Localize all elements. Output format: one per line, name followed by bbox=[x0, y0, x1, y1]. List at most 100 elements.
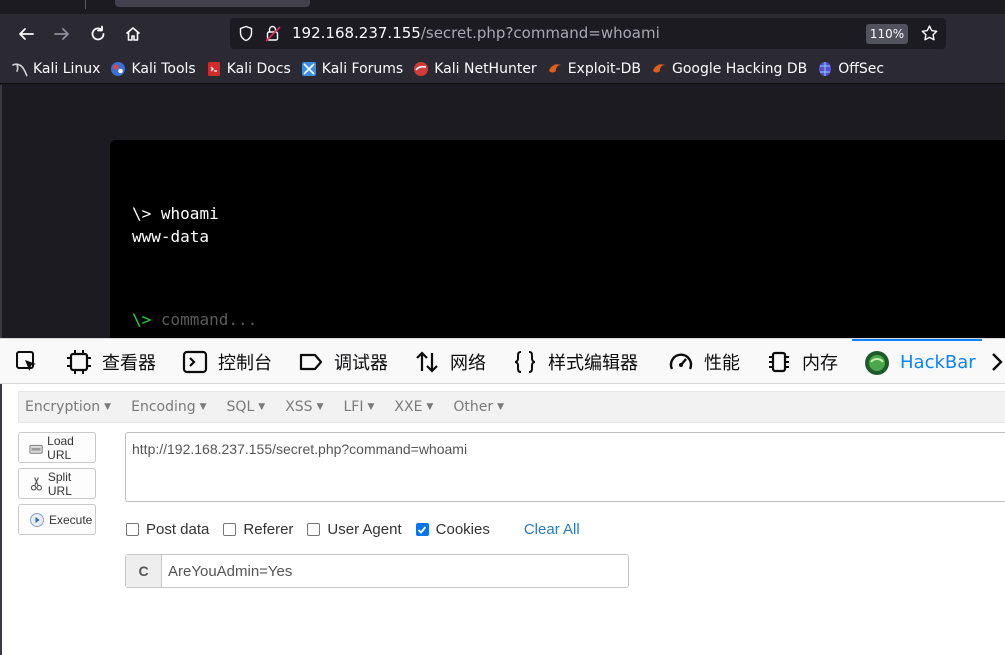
cookie-field-label: C bbox=[126, 555, 162, 587]
style-editor-icon bbox=[514, 350, 536, 373]
bookmark-kali-docs[interactable]: Kali Docs bbox=[206, 61, 291, 77]
hackbar-panel: Encryption ▼ Encoding ▼ SQL ▼ XSS ▼ LFI ▼ XXE… bbox=[0, 384, 1005, 655]
network-icon bbox=[416, 350, 438, 373]
more-tabs-button[interactable] bbox=[990, 339, 1004, 384]
inspector-icon bbox=[67, 349, 91, 374]
caret-down-icon: ▼ bbox=[497, 402, 505, 412]
url-host: 192.168.237.155 bbox=[292, 24, 421, 42]
tab-performance[interactable]: 性能 bbox=[668, 339, 740, 384]
caret-down-icon: ▼ bbox=[367, 402, 375, 412]
caret-down-icon: ▼ bbox=[426, 402, 434, 412]
offsec-icon bbox=[819, 61, 832, 76]
tracking-protection-shield-icon[interactable] bbox=[238, 25, 254, 42]
tab-hackbar[interactable]: HackBar bbox=[852, 339, 982, 384]
kali-dragon-icon bbox=[12, 62, 28, 77]
cookie-input[interactable]: AreYouAdmin=Yes bbox=[162, 555, 628, 587]
terminal-output: www-data bbox=[132, 227, 210, 246]
bookmark-kali-nethunter[interactable]: Kali NetHunter bbox=[413, 61, 537, 77]
checkbox-unchecked[interactable] bbox=[223, 523, 237, 536]
home-button[interactable] bbox=[119, 20, 147, 48]
load-url-button[interactable]: Load URL bbox=[18, 432, 96, 463]
tab-inspector[interactable]: 查看器 bbox=[66, 339, 156, 384]
post-data-checkbox[interactable]: Post data bbox=[126, 521, 209, 538]
load-url-icon bbox=[29, 444, 43, 454]
bookmark-exploit-db[interactable]: Exploit-DB bbox=[547, 61, 641, 77]
tab-debugger[interactable]: 调试器 bbox=[298, 339, 388, 384]
menu-lfi[interactable]: LFI ▼ bbox=[343, 399, 374, 415]
forward-arrow-icon bbox=[54, 28, 69, 40]
zoom-level-badge[interactable]: 110% bbox=[866, 24, 908, 44]
terminal-command-line: \> whoami bbox=[132, 204, 219, 223]
element-picker-button[interactable] bbox=[14, 339, 50, 384]
menu-xxe[interactable]: XXE ▼ bbox=[394, 399, 433, 415]
back-button[interactable] bbox=[12, 20, 40, 48]
referer-checkbox[interactable]: Referer bbox=[223, 521, 293, 538]
caret-down-icon: ▼ bbox=[258, 402, 266, 412]
url-text[interactable]: 192.168.237.155/secret.php?command=whoam… bbox=[292, 24, 660, 42]
home-icon bbox=[125, 27, 141, 41]
address-bar[interactable]: 192.168.237.155/secret.php?command=whoam… bbox=[230, 18, 946, 49]
checkbox-checked[interactable] bbox=[415, 523, 429, 536]
bookmark-offsec[interactable]: OffSec bbox=[817, 61, 884, 77]
ghdb-icon bbox=[652, 63, 665, 73]
hackbar-options-row: Post data Referer User Agent Cookies Cle… bbox=[126, 521, 580, 538]
play-icon bbox=[30, 512, 44, 527]
caret-down-icon: ▼ bbox=[199, 402, 207, 412]
cookies-checkbox[interactable]: Cookies bbox=[415, 521, 490, 538]
reload-button[interactable] bbox=[84, 20, 112, 48]
menu-encoding[interactable]: Encoding ▼ bbox=[131, 399, 206, 415]
terminal-command: whoami bbox=[160, 204, 219, 223]
menu-xss[interactable]: XSS ▼ bbox=[285, 399, 323, 415]
hackbar-icon bbox=[865, 350, 889, 375]
tab-strip bbox=[0, 0, 1005, 14]
back-arrow-icon bbox=[19, 28, 34, 40]
terminal-prompt: \> bbox=[132, 204, 152, 223]
bookmark-kali-tools[interactable]: Kali Tools bbox=[110, 61, 196, 77]
bookmarks-toolbar: Kali Linux Kali Tools Kali Docs Kali For… bbox=[0, 54, 1005, 84]
page-content: \> whoami www-data \> command... bbox=[0, 85, 1005, 338]
bookmark-star-icon[interactable] bbox=[920, 24, 939, 43]
clear-all-link[interactable]: Clear All bbox=[524, 521, 580, 538]
terminal-input-placeholder[interactable]: command... bbox=[161, 310, 257, 329]
user-agent-checkbox[interactable]: User Agent bbox=[307, 521, 402, 538]
navigation-toolbar: 192.168.237.155/secret.php?command=whoam… bbox=[0, 14, 1005, 54]
tab-network[interactable]: 网络 bbox=[414, 339, 486, 384]
execute-button[interactable]: Execute bbox=[18, 504, 96, 535]
forward-button[interactable] bbox=[48, 20, 76, 48]
memory-icon bbox=[769, 351, 789, 372]
bookmark-google-hacking-db[interactable]: Google Hacking DB bbox=[651, 61, 807, 77]
chevron-right-icon bbox=[992, 352, 1003, 371]
scissors-icon bbox=[30, 476, 43, 491]
debugger-icon bbox=[299, 353, 323, 370]
tab-console[interactable]: 控制台 bbox=[182, 339, 272, 384]
menu-other[interactable]: Other ▼ bbox=[453, 399, 504, 415]
checkmark-icon bbox=[418, 525, 427, 534]
nethunter-icon bbox=[414, 61, 429, 76]
kali-tools-icon bbox=[111, 61, 126, 76]
tab-style-editor[interactable]: 样式编辑器 bbox=[512, 339, 638, 384]
bookmark-kali-linux[interactable]: Kali Linux bbox=[12, 61, 100, 77]
bookmark-kali-forums[interactable]: Kali Forums bbox=[301, 61, 403, 77]
performance-icon bbox=[669, 352, 693, 370]
kali-docs-icon bbox=[207, 61, 220, 76]
tab-memory[interactable]: 内存 bbox=[766, 339, 838, 384]
terminal-input-prompt: \> bbox=[132, 310, 152, 329]
tab-separator bbox=[85, 0, 86, 9]
checkbox-unchecked[interactable] bbox=[307, 523, 321, 536]
reload-icon bbox=[91, 25, 105, 41]
active-tab[interactable] bbox=[115, 0, 310, 7]
exploit-db-icon bbox=[548, 63, 561, 73]
cookie-field: C AreYouAdmin=Yes bbox=[125, 554, 629, 588]
hackbar-url-textarea[interactable]: http://192.168.237.155/secret.php?comman… bbox=[125, 432, 1005, 502]
insecure-lock-icon[interactable] bbox=[264, 24, 282, 43]
hackbar-menu-bar: Encryption ▼ Encoding ▼ SQL ▼ XSS ▼ LFI ▼ XXE… bbox=[18, 391, 1005, 423]
terminal-input-row[interactable]: \> command... bbox=[132, 310, 257, 329]
caret-down-icon: ▼ bbox=[316, 402, 324, 412]
split-url-button[interactable]: Split URL bbox=[18, 468, 96, 499]
checkbox-unchecked[interactable] bbox=[126, 523, 139, 536]
kali-forums-icon bbox=[301, 61, 316, 76]
menu-sql[interactable]: SQL ▼ bbox=[227, 399, 266, 415]
web-terminal: \> whoami www-data \> command... bbox=[110, 140, 1005, 338]
menu-encryption[interactable]: Encryption ▼ bbox=[25, 399, 111, 415]
caret-down-icon: ▼ bbox=[104, 402, 112, 412]
